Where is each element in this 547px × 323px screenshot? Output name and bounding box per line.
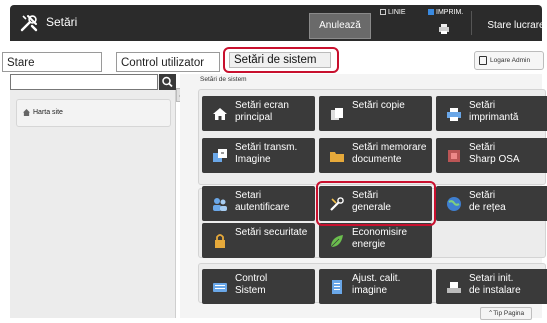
image-send-icon xyxy=(213,149,227,162)
tab-status[interactable]: Stare xyxy=(2,52,102,72)
tile-screen-settings[interactable]: Setări ecran principal xyxy=(202,96,315,131)
print-status: IMPRIM. xyxy=(428,9,463,16)
tile-energy-saving-label: Economisire energie xyxy=(352,227,408,250)
tile-network-settings-label: Setări de rețea xyxy=(469,190,506,213)
tip-label: Tip Pagina xyxy=(493,310,525,317)
tile-auth-settings-label: Setari autentificare xyxy=(235,190,290,213)
tile-energy-saving[interactable]: Economisire energie xyxy=(319,223,432,258)
tab-system-settings[interactable]: Setări de sistem xyxy=(229,52,331,68)
sitemap-link[interactable]: Harta site xyxy=(16,99,171,127)
settings-tools-icon xyxy=(20,15,38,32)
search-icon xyxy=(162,76,173,88)
tile-security-settings-label: Setări securitate xyxy=(235,227,308,238)
app-window: Setări Anulează LINIE IMPRIM. Stare lucr… xyxy=(0,0,547,323)
globe-icon xyxy=(447,197,461,211)
home-icon xyxy=(23,109,30,116)
tile-image-send-settings-label: Setări transm. Imagine xyxy=(235,142,298,165)
osa-icon xyxy=(448,150,460,162)
main-content: Setări de sistem Setări ecran principal … xyxy=(180,74,547,318)
tile-initial-install[interactable]: Setari init. de instalare xyxy=(436,269,547,304)
copy-icon xyxy=(331,108,343,120)
tile-sharp-osa-settings-label: Setări Sharp OSA xyxy=(469,142,520,165)
tile-image-quality-label: Ajust. calit. imagine xyxy=(352,273,401,296)
tile-copy-settings-label: Setări copie xyxy=(352,100,405,111)
top-bar: Setări Anulează LINIE IMPRIM. Stare lucr… xyxy=(10,5,545,41)
line-indicator-icon xyxy=(380,9,386,15)
search-button[interactable] xyxy=(159,74,176,90)
folder-icon xyxy=(330,152,344,162)
tile-document-storage-settings-label: Setări memorare documente xyxy=(352,142,427,165)
lock-icon xyxy=(215,234,225,248)
tile-document-storage-settings[interactable]: Setări memorare documente xyxy=(319,138,432,173)
users-icon xyxy=(213,198,227,211)
tab-user-control[interactable]: Control utilizator xyxy=(116,52,220,72)
line-status: LINIE xyxy=(380,9,406,16)
admin-logout-label: Logare Admin xyxy=(490,57,531,64)
logout-icon xyxy=(479,56,487,65)
tile-printer-settings-label: Setări imprimantă xyxy=(469,100,519,123)
tab-system-settings-highlight[interactable]: Setări de sistem xyxy=(223,47,339,73)
keyboard-icon xyxy=(213,283,227,292)
tile-security-settings[interactable]: Setări securitate xyxy=(202,223,315,258)
tile-copy-settings[interactable]: Setări copie xyxy=(319,96,432,131)
line-status-label: LINIE xyxy=(388,9,406,16)
page-tip-button[interactable]: ⌃Tip Pagina xyxy=(480,307,532,320)
tile-system-control[interactable]: Control Sistem xyxy=(202,269,315,304)
sitemap-label: Harta site xyxy=(33,109,63,116)
job-status-button[interactable]: Stare lucrare xyxy=(480,13,547,39)
topbar-divider xyxy=(471,11,472,35)
tile-initial-install-label: Setari init. de instalare xyxy=(469,273,521,296)
cancel-button[interactable]: Anulează xyxy=(309,13,371,39)
install-icon xyxy=(447,282,461,293)
sidebar: Harta site xyxy=(10,74,188,318)
document-icon xyxy=(332,280,342,294)
admin-logout-button[interactable]: Logare Admin xyxy=(474,51,544,70)
tile-image-quality[interactable]: Ajust. calit. imagine xyxy=(319,269,432,304)
tile-auth-settings[interactable]: Setari autentificare xyxy=(202,186,315,221)
print-status-label: IMPRIM. xyxy=(436,9,464,16)
home-icon xyxy=(213,108,227,120)
search-input[interactable] xyxy=(10,74,158,90)
leaf-icon xyxy=(330,235,343,248)
printer-icon xyxy=(447,108,461,121)
tab-row: Stare Control utilizator Setări de siste… xyxy=(2,41,544,74)
tile-network-settings[interactable]: Setări de rețea xyxy=(436,186,547,221)
tile-screen-settings-label: Setări ecran principal xyxy=(235,100,289,123)
printer-status-icon xyxy=(439,24,449,34)
tile-sharp-osa-settings[interactable]: Setări Sharp OSA xyxy=(436,138,547,173)
tile-printer-settings[interactable]: Setări imprimantă xyxy=(436,96,547,131)
tile-system-control-label: Control Sistem xyxy=(235,273,268,296)
app-title: Setări xyxy=(46,15,78,29)
tile-image-send-settings[interactable]: Setări transm. Imagine xyxy=(202,138,315,173)
general-settings-highlight xyxy=(316,181,436,226)
print-indicator-icon xyxy=(428,9,434,15)
breadcrumb: Setări de sistem xyxy=(200,76,247,83)
